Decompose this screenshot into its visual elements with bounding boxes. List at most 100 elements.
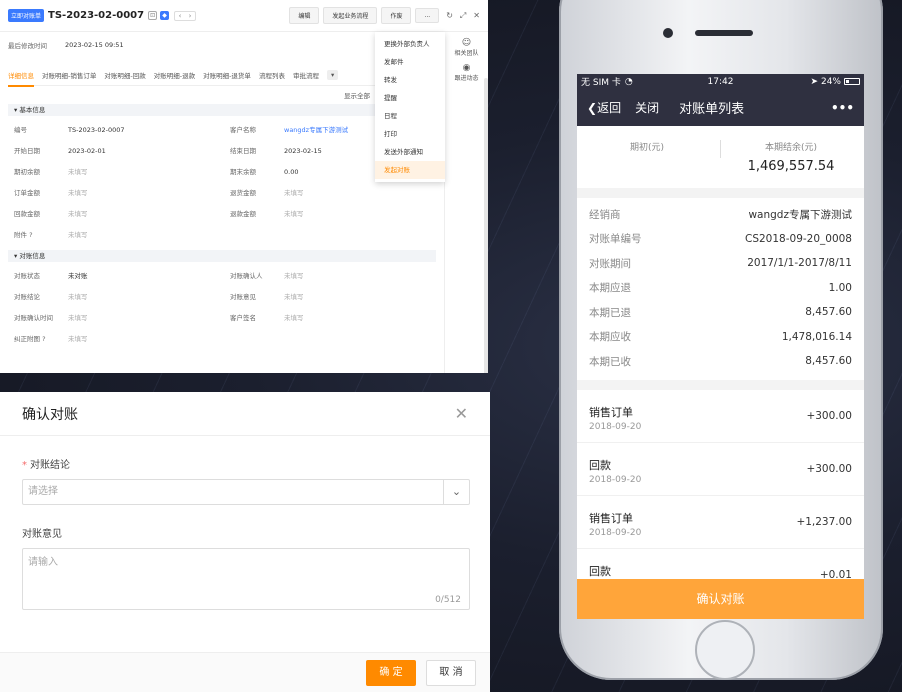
opening-balance: 期初(元): [577, 140, 717, 159]
menu-item-send-email[interactable]: 发邮件: [375, 53, 445, 71]
chevron-down-icon[interactable]: ⌄: [443, 480, 469, 504]
edit-button[interactable]: 编辑: [289, 7, 320, 24]
lock-icon[interactable]: ⊡: [148, 11, 158, 20]
menu-item-start-reconciliation[interactable]: 发起对账: [375, 161, 445, 179]
transaction-type: 回款: [589, 564, 611, 578]
opening-label: 期初(元): [629, 143, 665, 153]
activity-icon: ◉: [462, 63, 471, 73]
field-label: 订单金额: [14, 189, 40, 197]
info-value: wangdz专属下游测试: [748, 208, 852, 221]
next-record-button[interactable]: ›: [185, 12, 195, 20]
menu-item-print[interactable]: 打印: [375, 125, 445, 143]
field-label: 对账确认时间: [14, 314, 53, 322]
back-button[interactable]: ❮返回: [587, 99, 621, 116]
tab-returns[interactable]: 对账明细-退货单: [203, 70, 251, 80]
detail-side-panel: ☺ 相关团队 ◉ 跟进动态: [444, 32, 488, 373]
battery-percent: 24%: [820, 76, 841, 87]
more-button[interactable]: ...: [415, 8, 440, 23]
tabs-more-button[interactable]: ▾: [326, 69, 339, 80]
reconciliation-detail-panel: 立即对账单 TS-2023-02-0007 ⊡ ◆ ‹ › 编辑 发起业务流程 …: [0, 0, 488, 373]
scrollbar[interactable]: [484, 78, 488, 373]
expand-icon[interactable]: ⤢: [460, 11, 466, 21]
field-label: 客户名称: [230, 126, 256, 134]
phone-screen: 无 SIM 卡 ◔ 17:42 ➤ 24% ❮返回 关闭 对账单列表 ••• 期…: [577, 74, 864, 619]
void-button[interactable]: 作废: [381, 7, 412, 24]
front-camera: [663, 28, 673, 38]
tab-approval[interactable]: 审批流程: [293, 70, 319, 80]
info-key: 经销商: [589, 208, 621, 221]
conclusion-label: * 对账结论: [22, 456, 490, 471]
closing-label: 本期结余(元): [764, 143, 818, 153]
opinion-textarea[interactable]: 请输入 0/512: [22, 548, 470, 610]
close-icon[interactable]: ✕: [455, 404, 468, 423]
field-value: 未填写: [68, 231, 88, 239]
field-label: 回款金额: [14, 210, 40, 218]
home-button[interactable]: [695, 620, 755, 680]
ok-button[interactable]: 确 定: [366, 660, 416, 686]
info-key: 本期应退: [589, 282, 631, 295]
tab-payments[interactable]: 对账明细-回款: [104, 70, 145, 80]
info-value: 8,457.60: [805, 306, 852, 319]
field-label: 纠正附图 ?: [14, 335, 46, 343]
tab-details[interactable]: 详细信息: [8, 70, 34, 87]
conclusion-select[interactable]: 请选择 ⌄: [22, 479, 470, 505]
dialog-footer: 确 定 取 消: [0, 652, 490, 692]
transaction-amount: +1,237.00: [796, 515, 852, 528]
field-value: 2023-02-01: [68, 147, 106, 155]
closing-value: 1,469,557.54: [747, 159, 835, 174]
team-icon: ☺: [461, 38, 472, 48]
list-item[interactable]: 销售订单 2018-09-20 +300.00: [577, 389, 864, 443]
show-all-toggle[interactable]: 显示全部: [8, 86, 436, 102]
transaction-date: 2018-09-20: [589, 474, 642, 485]
nav-bar: ❮返回 关闭 对账单列表 •••: [577, 89, 864, 126]
field-label: 期初余额: [14, 168, 40, 176]
field-value: 未对账: [68, 272, 88, 280]
tab-sales-orders[interactable]: 对账明细-销售订单: [42, 70, 96, 80]
section-gap: [577, 379, 864, 390]
menu-item-reminder[interactable]: 提醒: [375, 89, 445, 107]
dialog-header: 确认对账 ✕: [0, 392, 490, 436]
closing-balance: 本期结余(元) 1,469,557.54: [721, 140, 861, 174]
field-label: 对账意见: [230, 293, 256, 301]
info-key: 本期应收: [589, 331, 631, 344]
more-menu-icon[interactable]: •••: [831, 101, 854, 115]
tab-flow-list[interactable]: 流程列表: [259, 70, 285, 80]
prev-record-button[interactable]: ‹: [175, 12, 185, 20]
field-label: 编号: [14, 126, 27, 134]
info-key: 本期已收: [589, 355, 631, 368]
list-item[interactable]: 回款 2018-09-20 +300.00: [577, 442, 864, 496]
menu-item-change-owner[interactable]: 更换外部负责人: [375, 35, 445, 53]
close-icon[interactable]: ✕: [473, 11, 480, 20]
confirm-reconciliation-button[interactable]: 确认对账: [577, 579, 864, 619]
info-row: 本期应退 1.00: [589, 276, 852, 301]
field-label: 开始日期: [14, 147, 40, 155]
start-flow-button[interactable]: 发起业务流程: [323, 7, 378, 24]
transaction-date: 2018-09-20: [589, 527, 642, 538]
related-team-button[interactable]: ☺ 相关团队: [445, 38, 488, 57]
field-value: 未填写: [68, 314, 88, 322]
menu-item-forward[interactable]: 转发: [375, 71, 445, 89]
field-label: 客户签名: [230, 314, 256, 322]
section-recon-info[interactable]: ▾ 对账信息: [8, 250, 436, 262]
info-value: 2017/1/1-2017/8/11: [747, 257, 852, 270]
field-value: 未填写: [68, 335, 88, 343]
record-nav: ‹ ›: [174, 10, 197, 21]
follow-up-button[interactable]: ◉ 跟进动态: [445, 63, 488, 82]
field-value: 未填写: [284, 210, 304, 218]
page-title: 对账单列表: [679, 102, 745, 117]
list-item[interactable]: 销售订单 2018-09-20 +1,237.00: [577, 495, 864, 549]
earpiece-speaker: [695, 30, 753, 36]
cancel-button[interactable]: 取 消: [426, 660, 476, 686]
transaction-amount: +300.00: [806, 409, 852, 422]
tab-refunds[interactable]: 对账明细-退款: [154, 70, 195, 80]
menu-item-schedule[interactable]: 日程: [375, 107, 445, 125]
confirm-reconciliation-dialog: 确认对账 ✕ * 对账结论 请选择 ⌄ 对账意见 请输入 0/512 确 定 取 …: [0, 392, 490, 692]
section-basic-info[interactable]: ▾ 基本信息: [8, 104, 436, 116]
conclusion-label-text: 对账结论: [30, 460, 70, 471]
tag-icon[interactable]: ◆: [160, 11, 170, 20]
refresh-icon[interactable]: ↻: [446, 11, 453, 20]
close-button[interactable]: 关闭: [635, 99, 659, 116]
field-value: 未填写: [68, 210, 88, 218]
menu-item-external-notify[interactable]: 发送外部通知: [375, 143, 445, 161]
field-label: 对账结论: [14, 293, 40, 301]
